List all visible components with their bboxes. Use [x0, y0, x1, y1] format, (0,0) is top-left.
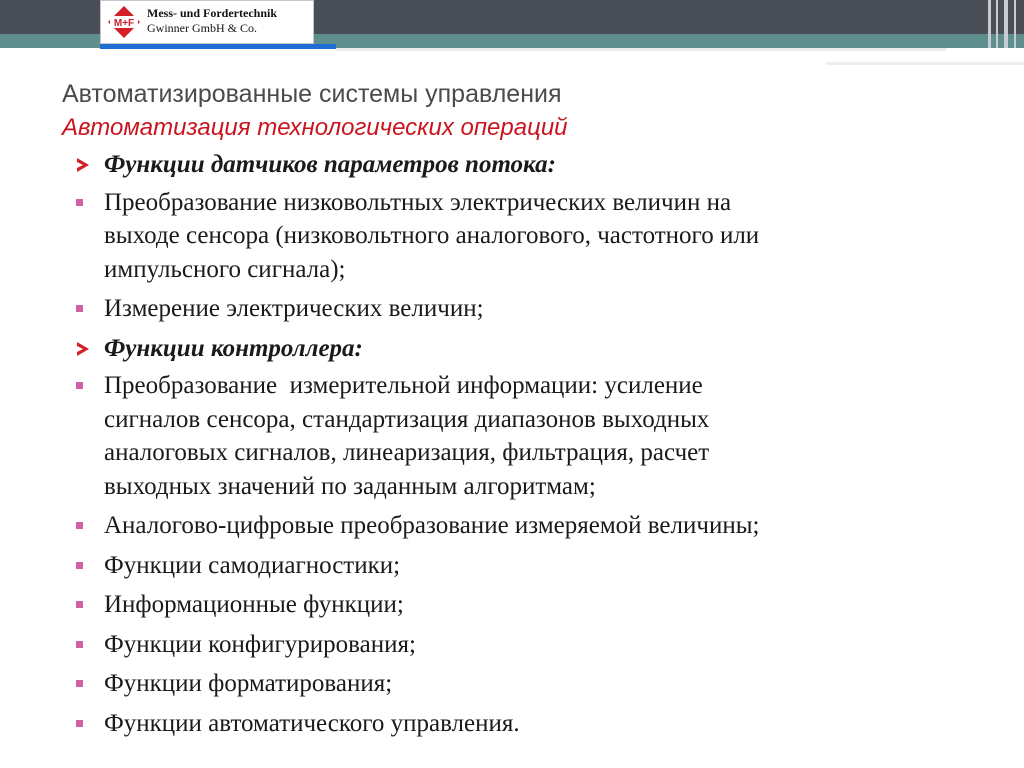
logo-mark-text: M+F — [114, 18, 134, 29]
square-bullet-icon — [76, 198, 83, 206]
company-logo-mark-icon: M+F — [108, 6, 140, 38]
list-item-line: Функции конфигурирования; — [104, 630, 416, 658]
company-name-line2: Gwinner GmbH & Co. — [147, 21, 257, 35]
square-bullet-icon — [76, 382, 83, 389]
arrow-icon — [77, 158, 89, 172]
list-item-line: сигналов сенсора, стандартизация диапазо… — [104, 405, 710, 433]
square-bullet-icon — [76, 680, 83, 687]
square-bullet-icon — [76, 305, 83, 312]
section-heading: Функции датчиков параметров потока: — [74, 148, 974, 182]
list-item-line: Преобразование измерительной информации:… — [104, 372, 703, 399]
list-item: Преобразование низковольтных электрическ… — [74, 186, 974, 287]
list-item-line: импульсного сигнала); — [104, 255, 346, 283]
list-item: Преобразование измерительной информации:… — [74, 369, 974, 503]
header-divider-line — [336, 48, 946, 51]
slide-title: Автоматизированные системы управления — [62, 80, 562, 108]
company-logo: M+F Mess- und Fordertechnik Gwinner GmbH… — [100, 0, 314, 44]
header-stripes — [984, 0, 1024, 48]
list-item-line: Измерение электрических величин; — [104, 295, 484, 322]
company-name: Mess- und Fordertechnik Gwinner GmbH & C… — [147, 6, 277, 36]
list-item-line: выходе сенсора (низковольтного аналогово… — [104, 222, 760, 249]
list-item-line: Функции автоматического управления. — [104, 709, 520, 737]
list-item: Функции самодиагностики; — [74, 549, 974, 583]
section-heading-text: Функции датчиков параметров потока: — [104, 151, 556, 178]
content-list: Функции датчиков параметров потока: Преоб… — [74, 148, 974, 746]
list-item-line: аналоговых сигналов, линеаризация, фильт… — [104, 439, 710, 466]
square-bullet-icon — [76, 522, 83, 529]
square-bullet-icon — [76, 640, 83, 648]
list-item: Функции форматирования; — [74, 667, 974, 701]
header-blue-accent — [100, 44, 336, 49]
list-item-line: Функции самодиагностики; — [104, 551, 401, 579]
list-item-line: Преобразование низковольтных электрическ… — [104, 188, 732, 216]
list-item-line: выходных значений по заданным алгоритмам… — [104, 472, 596, 500]
header-divider-line-short — [826, 62, 1024, 65]
list-item: Аналогово-цифровые преобразование измеря… — [74, 509, 974, 543]
square-bullet-icon — [76, 561, 83, 569]
list-item: Информационные функции; — [74, 588, 974, 622]
slide-subtitle: Автоматизация технологических операций — [62, 114, 568, 141]
company-name-line1: Mess- und Fordertechnik — [147, 6, 277, 20]
section-heading-text: Функции контроллера: — [104, 334, 363, 362]
list-item: Функции конфигурирования; — [74, 628, 974, 662]
list-item: Функции автоматического управления. — [74, 707, 974, 741]
section-heading: Функции контроллера: — [74, 332, 974, 366]
list-item-line: Аналогово-цифровые преобразование измеря… — [104, 512, 760, 539]
list-item-line: Функции форматирования; — [104, 670, 393, 697]
square-bullet-icon — [76, 719, 83, 727]
list-item-line: Информационные функции; — [104, 591, 404, 618]
list-item: Измерение электрических величин; — [74, 292, 974, 326]
square-bullet-icon — [76, 601, 83, 608]
arrow-icon — [77, 341, 89, 356]
